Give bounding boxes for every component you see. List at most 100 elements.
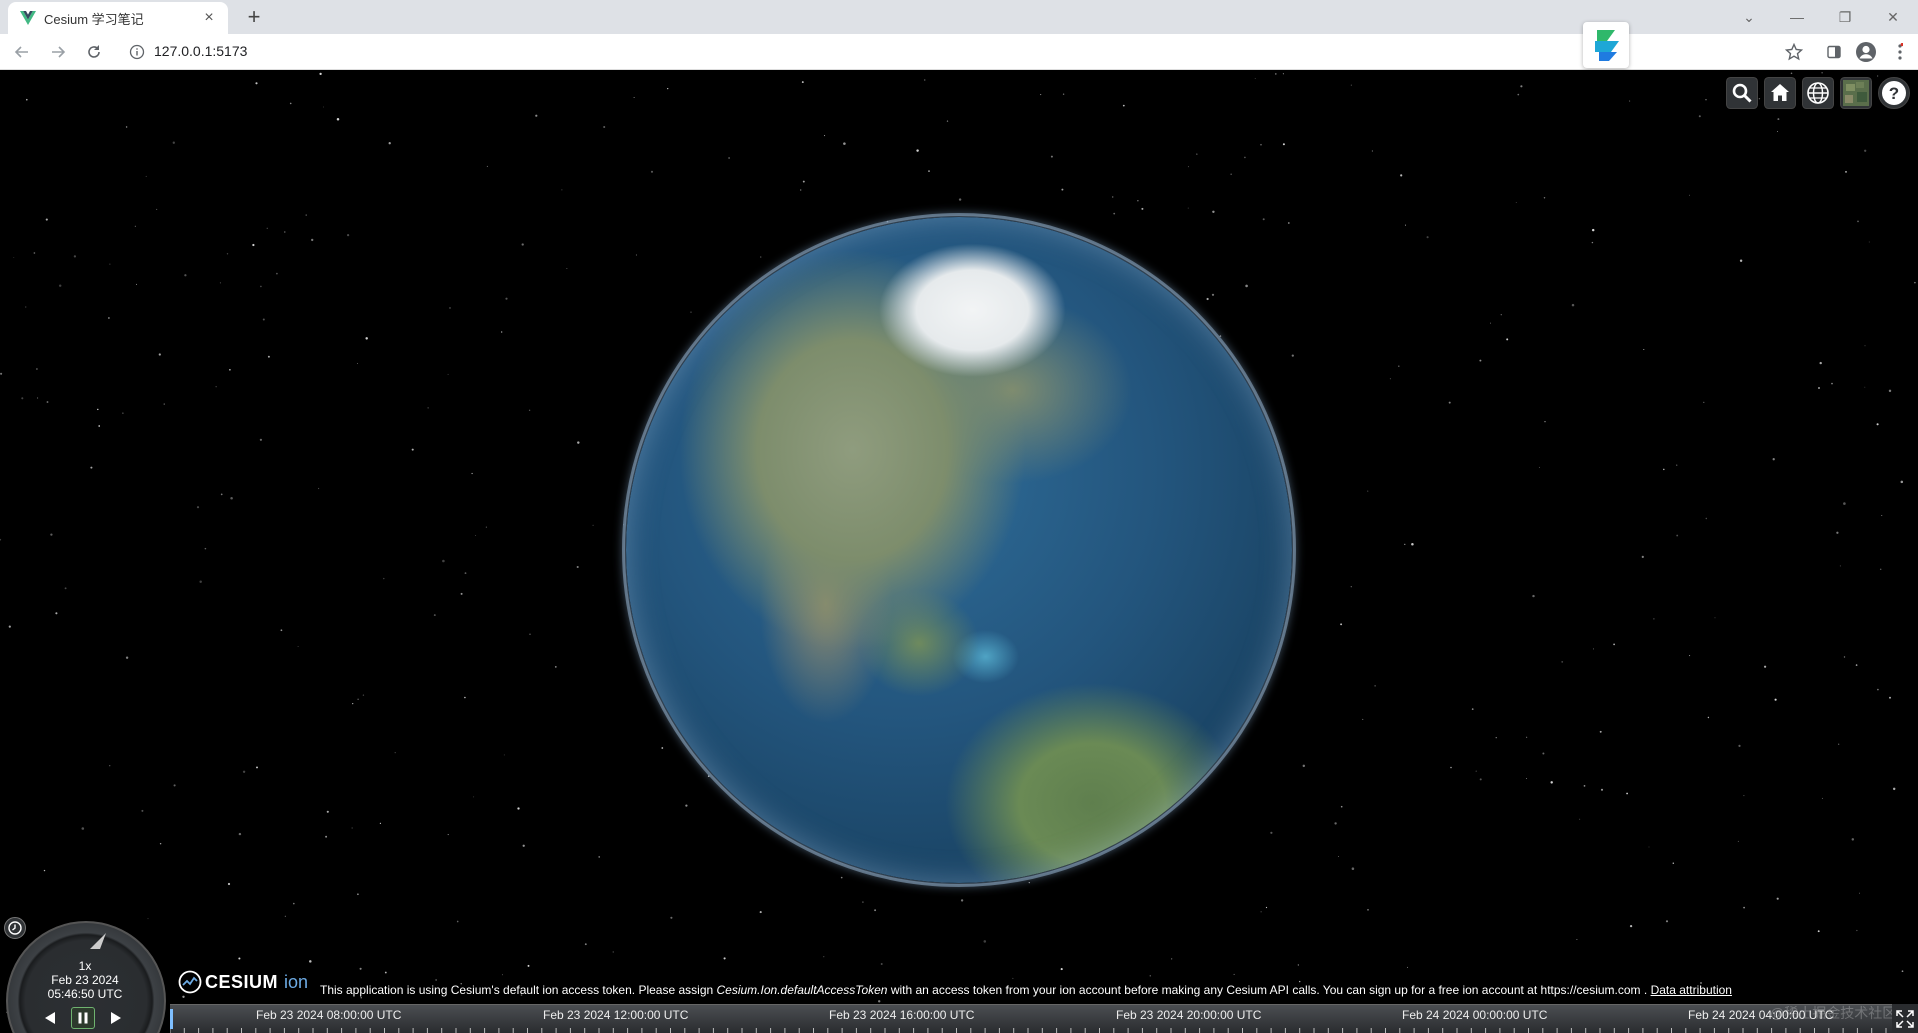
star: [1532, 594, 1535, 598]
tab-search-dropdown-icon[interactable]: ⌄: [1726, 0, 1772, 34]
clock-button[interactable]: [4, 917, 26, 939]
star: [1543, 197, 1546, 199]
star: [1526, 736, 1528, 738]
star: [357, 698, 359, 700]
play-forward-button[interactable]: [104, 1007, 128, 1029]
star: [1062, 93, 1065, 95]
star: [1061, 188, 1064, 191]
star: [1579, 818, 1581, 820]
animation-widget[interactable]: 1x Feb 23 2024 05:46:50 UTC: [0, 911, 170, 1033]
pause-icon: [78, 1012, 88, 1024]
star: [1676, 534, 1679, 537]
arrow-left-icon: [14, 46, 28, 58]
back-button[interactable]: [10, 40, 34, 64]
browser-tab[interactable]: Cesium 学习笔记 ×: [8, 2, 228, 34]
reload-button[interactable]: [82, 40, 106, 64]
star: [125, 656, 129, 659]
star: [1864, 386, 1866, 388]
star: [1739, 259, 1743, 263]
star: [255, 82, 258, 85]
star: [1050, 155, 1053, 158]
star: [1758, 97, 1761, 100]
star: [256, 766, 258, 769]
star: [276, 272, 278, 275]
star: [1362, 718, 1364, 720]
star: [1287, 222, 1290, 224]
forward-button[interactable]: [46, 40, 70, 64]
star: [1705, 99, 1707, 101]
timeline[interactable]: Feb 23 2024 08:00:00 UTC Feb 23 2024 12:…: [170, 1004, 1892, 1033]
vue-logo-icon: [20, 10, 36, 26]
tab-close-icon[interactable]: ×: [200, 9, 218, 27]
star: [1851, 838, 1855, 841]
restore-button[interactable]: ❐: [1822, 0, 1868, 34]
browser-menu-icon[interactable]: [1888, 40, 1912, 64]
star: [1060, 968, 1063, 971]
data-attribution-link[interactable]: Data attribution: [1651, 983, 1732, 997]
address-bar[interactable]: 127.0.0.1:5173: [154, 43, 247, 59]
close-window-button[interactable]: ✕: [1870, 0, 1916, 34]
cesium-url-link[interactable]: https://cesium.com: [1541, 983, 1641, 997]
star: [1599, 730, 1602, 733]
star: [97, 408, 99, 411]
star: [1389, 378, 1391, 380]
site-info-icon[interactable]: [126, 41, 148, 63]
star: [0, 372, 3, 375]
star: [1028, 881, 1030, 884]
search-icon: [1732, 83, 1752, 103]
star: [464, 572, 467, 575]
star: [289, 102, 292, 105]
star: [1877, 688, 1879, 691]
star: [576, 565, 579, 569]
star: [1471, 708, 1474, 710]
svg-text:?: ?: [1889, 84, 1899, 103]
star: [227, 882, 231, 886]
star: [1270, 831, 1273, 834]
star: [1591, 228, 1595, 232]
bookmark-star-icon[interactable]: [1782, 40, 1806, 64]
star: [323, 106, 324, 108]
pause-button[interactable]: [71, 1007, 95, 1029]
play-reverse-button[interactable]: [38, 1007, 62, 1029]
fullscreen-button[interactable]: [1892, 1004, 1918, 1033]
star: [1571, 303, 1575, 307]
scene-mode-button[interactable]: [1802, 77, 1834, 109]
star: [874, 909, 877, 912]
star: [1113, 212, 1116, 215]
star: [566, 268, 568, 270]
star: [433, 614, 436, 617]
star: [242, 770, 246, 773]
extension-logo-icon[interactable]: [1583, 22, 1629, 68]
star: [840, 876, 843, 879]
earth-globe[interactable]: [626, 217, 1292, 883]
base-layer-picker-button[interactable]: [1840, 77, 1872, 109]
cesium-viewer[interactable]: ? 1x Feb 23 2024 05:46:50 UTC CESIUM ion…: [0, 71, 1918, 1033]
star: [215, 386, 217, 388]
side-panel-icon[interactable]: [1822, 40, 1846, 64]
star: [163, 403, 165, 405]
star: [135, 283, 138, 285]
star: [1859, 892, 1860, 894]
star: [561, 189, 563, 191]
timeline-needle[interactable]: [170, 1009, 173, 1029]
star: [1500, 314, 1502, 316]
geocoder-search-button[interactable]: [1726, 77, 1758, 109]
star: [325, 835, 328, 838]
star: [365, 337, 368, 340]
cesium-ion-logo[interactable]: CESIUM ion: [178, 969, 308, 995]
navigation-help-button[interactable]: ?: [1878, 77, 1910, 109]
star: [262, 318, 265, 321]
star: [1187, 166, 1189, 168]
star: [199, 580, 202, 584]
star: [226, 253, 229, 255]
star: [1763, 665, 1767, 668]
profile-avatar-icon[interactable]: [1854, 40, 1878, 64]
minimize-button[interactable]: —: [1774, 0, 1820, 34]
star: [1544, 421, 1546, 423]
star: [958, 198, 962, 201]
fullscreen-icon: [1896, 1009, 1914, 1028]
shuttle-ring-pointer-icon[interactable]: [86, 929, 110, 953]
home-button[interactable]: [1764, 77, 1796, 109]
new-tab-button[interactable]: +: [240, 3, 268, 31]
star: [1506, 338, 1509, 341]
